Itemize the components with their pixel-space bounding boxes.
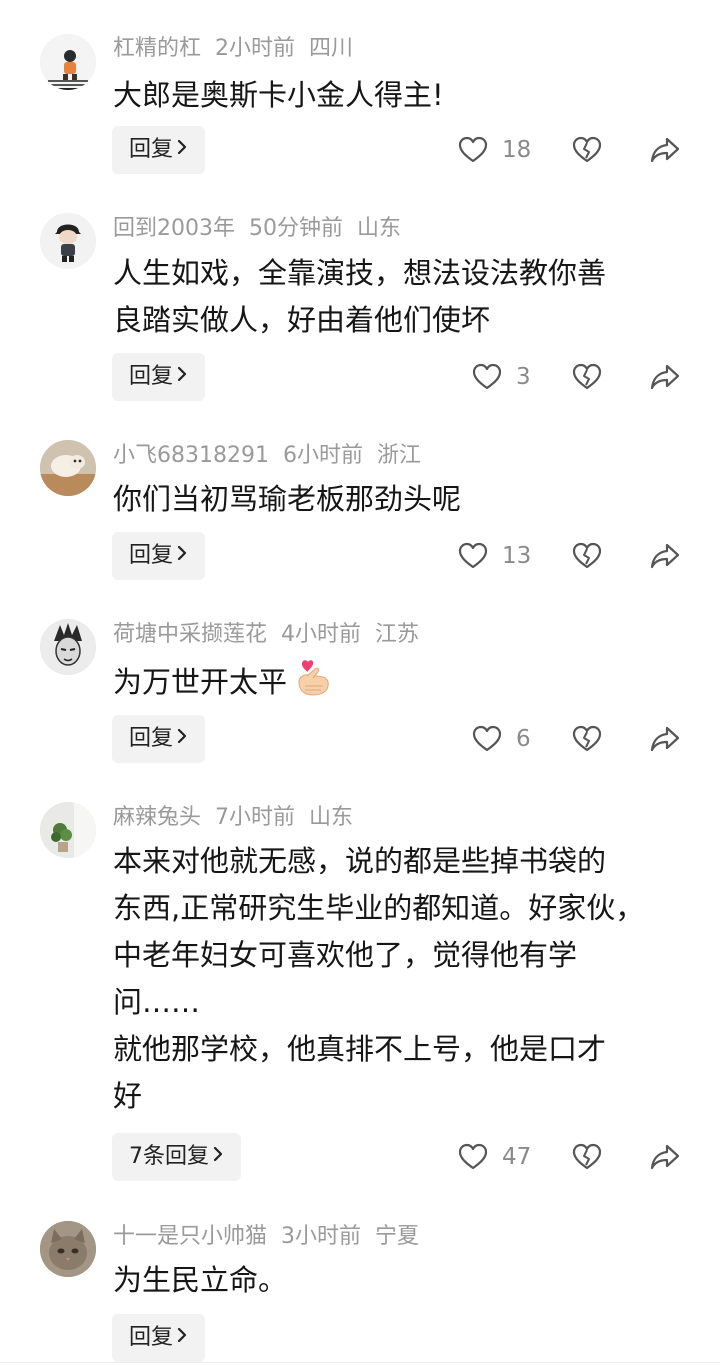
bottom-divider [0,1362,720,1363]
comment-line: 为生民立命。 [113,1263,288,1297]
location: 宁夏 [375,1224,420,1249]
username[interactable]: 十一是只小帅猫 [113,1224,267,1249]
avatar[interactable] [40,1221,96,1277]
comment-meta: 十一是只小帅猫 3小时前 宁夏 [113,1222,433,1252]
reply-label: 回复 [129,1325,174,1350]
comment-text: 为生民立命。 [113,1257,693,1304]
reply-button[interactable]: 回复 [112,1314,206,1362]
timestamp: 3小时前 [281,1224,362,1249]
chevron-right-icon [175,1314,189,1362]
comment-item: 十一是只小帅猫 3小时前 宁夏 为生民立命。 回复 [0,0,720,1362]
